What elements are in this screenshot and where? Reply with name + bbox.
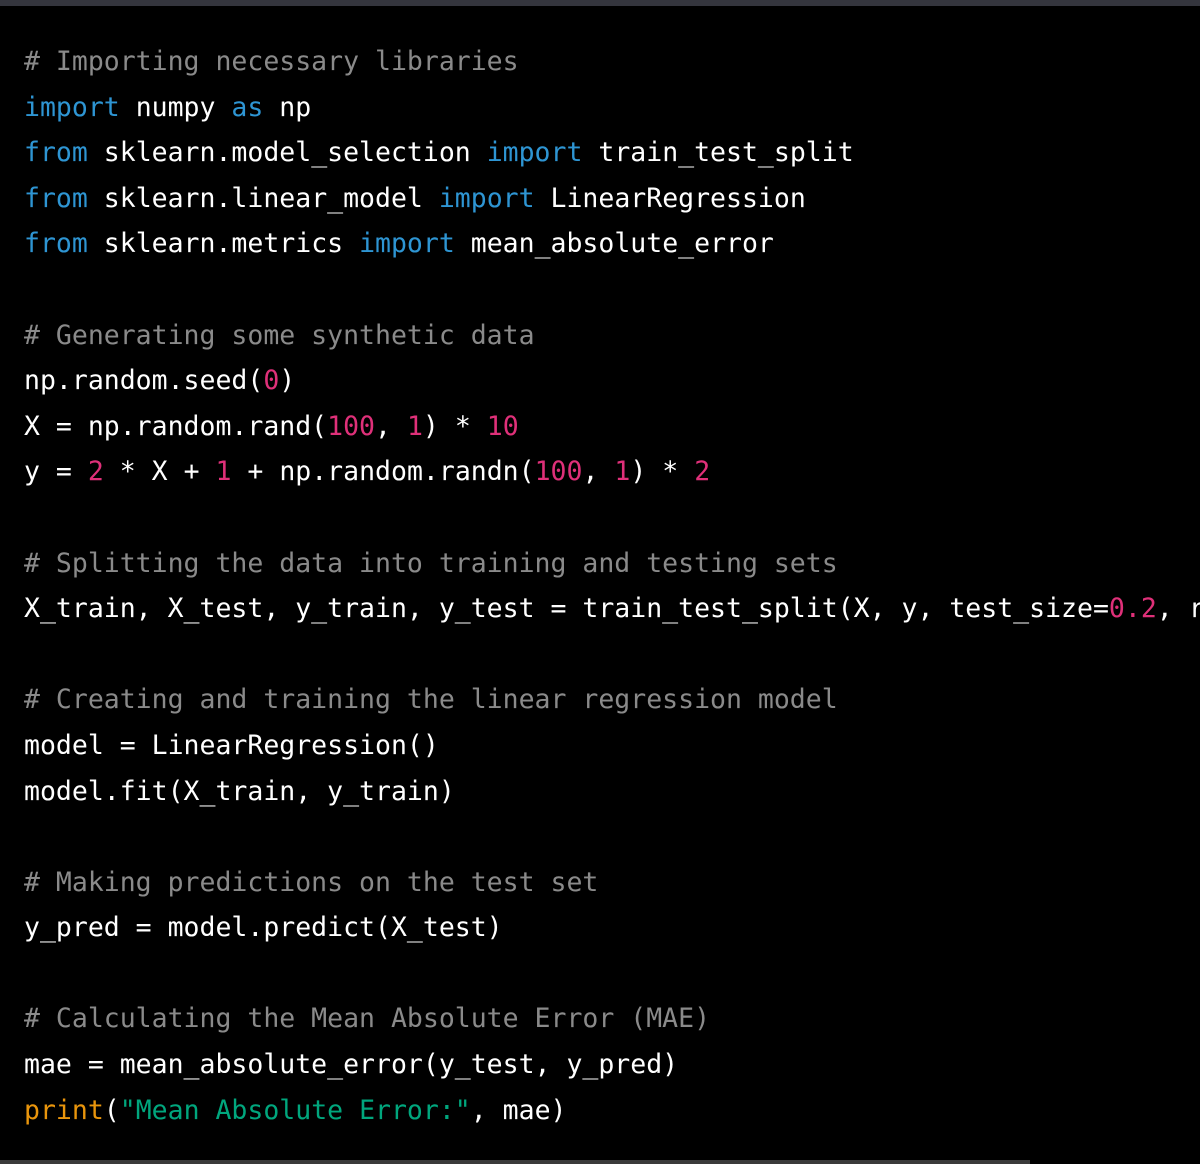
- code-line: X_train, X_test, y_train, y_test = train…: [24, 586, 1200, 632]
- code-token-plain: sklearn.metrics: [87, 228, 360, 260]
- code-line: model.fit(X_train, y_train): [24, 769, 1200, 815]
- code-token-keyword: import: [438, 182, 535, 214]
- code-token-plain: sklearn.linear_model: [87, 182, 439, 214]
- code-token-plain: sklearn.model_selection: [87, 137, 487, 169]
- code-token-number: 0.2: [1108, 593, 1157, 625]
- code-line: X = np.random.rand(100, 1) * 10: [24, 404, 1200, 450]
- code-token-keyword: from: [24, 182, 88, 214]
- code-token-keyword: import: [24, 91, 120, 123]
- code-line: # Splitting the data into training and t…: [24, 541, 1200, 587]
- code-token-number: 1: [406, 410, 423, 442]
- code-line: # Generating some synthetic data: [24, 313, 1200, 359]
- code-line: # Making predictions on the test set: [24, 860, 1200, 906]
- code-token-plain: , r: [1156, 593, 1200, 625]
- code-token-builtin: print: [24, 1094, 104, 1126]
- code-line: y_pred = model.predict(X_test): [24, 905, 1200, 951]
- code-token-number: 1: [614, 456, 631, 488]
- code-token-keyword: import: [359, 228, 455, 260]
- code-token-plain: np: [263, 91, 312, 123]
- code-token-plain: numpy: [119, 91, 232, 123]
- code-token-number: 100: [534, 456, 583, 488]
- code-token-number: 1: [215, 456, 232, 488]
- code-token-number: 2: [694, 456, 711, 488]
- code-token-plain: ,: [582, 456, 615, 488]
- code-token-plain: X = np.random.rand(: [24, 410, 328, 442]
- code-line: y = 2 * X + 1 + np.random.randn(100, 1) …: [24, 449, 1200, 495]
- bottom-divider: [0, 1160, 1030, 1164]
- code-line: print("Mean Absolute Error:", mae): [24, 1088, 1200, 1134]
- code-token-plain: y_pred = model.predict(X_test): [24, 912, 503, 944]
- code-token-plain: mae = mean_absolute_error(y_test, y_pred…: [24, 1049, 679, 1081]
- code-block[interactable]: # Importing necessary libraries import nu…: [24, 39, 1200, 1149]
- code-token-comment: # Importing necessary libraries: [24, 46, 519, 77]
- code-line: np.random.seed(0): [24, 358, 1200, 404]
- code-line: # Calculating the Mean Absolute Error (M…: [24, 996, 1200, 1042]
- code-token-plain: ): [279, 365, 296, 397]
- window-top-bar: [0, 0, 1200, 6]
- code-token-keyword: import: [486, 137, 583, 169]
- code-token-plain: ,: [375, 410, 407, 442]
- code-token-number: 0: [263, 365, 280, 397]
- code-token-number: 10: [486, 410, 519, 442]
- code-line: from sklearn.linear_model import LinearR…: [24, 176, 1200, 222]
- code-token-comment: # Making predictions on the test set: [24, 866, 599, 898]
- code-token-plain: X_train, X_test, y_train, y_test = train…: [24, 593, 1109, 625]
- code-token-comment: # Splitting the data into training and t…: [24, 547, 838, 579]
- code-line: mae = mean_absolute_error(y_test, y_pred…: [24, 1042, 1200, 1088]
- code-token-plain: y =: [24, 456, 88, 488]
- code-token-plain: LinearRegression: [534, 182, 806, 214]
- code-token-plain: mean_absolute_error: [454, 228, 774, 260]
- code-token-plain: model.fit(X_train, y_train): [24, 775, 455, 807]
- code-token-keyword: from: [24, 137, 88, 169]
- code-token-plain: ) *: [422, 410, 487, 442]
- code-token-number: 100: [327, 410, 376, 442]
- code-line: # Creating and training the linear regre…: [24, 677, 1200, 723]
- code-token-comment: # Generating some synthetic data: [24, 319, 535, 351]
- code-line: from sklearn.model_selection import trai…: [24, 130, 1200, 176]
- code-token-number: 2: [87, 456, 104, 488]
- code-token-plain: , mae): [470, 1094, 567, 1126]
- code-token-plain: * X +: [103, 456, 216, 488]
- code-token-plain: np.random.seed(: [24, 365, 264, 397]
- code-token-comment: # Calculating the Mean Absolute Error (M…: [24, 1003, 711, 1035]
- code-token-plain: train_test_split: [582, 137, 854, 169]
- code-token-plain: model = LinearRegression(): [24, 729, 439, 761]
- code-token-string: "Mean Absolute Error:": [119, 1094, 471, 1126]
- code-token-plain: + np.random.randn(: [231, 456, 535, 488]
- code-line: import numpy as np: [24, 85, 1200, 131]
- code-line: model = LinearRegression(): [24, 723, 1200, 769]
- code-token-plain: (: [103, 1094, 120, 1126]
- code-token-plain: ) *: [630, 456, 695, 488]
- code-token-keyword: as: [231, 91, 264, 123]
- code-line: from sklearn.metrics import mean_absolut…: [24, 221, 1200, 267]
- code-token-keyword: from: [24, 228, 88, 260]
- code-line: # Importing necessary libraries: [24, 39, 1200, 85]
- code-token-comment: # Creating and training the linear regre…: [24, 684, 838, 716]
